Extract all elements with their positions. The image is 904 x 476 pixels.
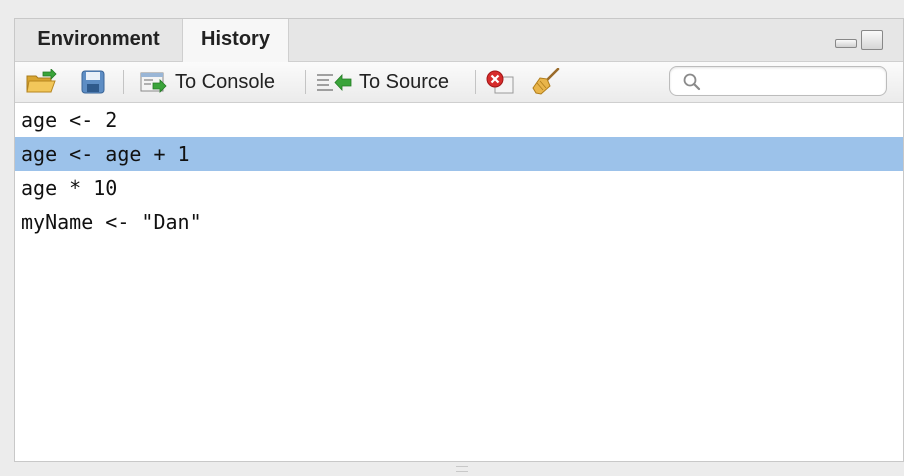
maximize-pane-button[interactable] bbox=[861, 30, 883, 50]
remove-entry-button[interactable] bbox=[485, 62, 515, 102]
tab-bar: Environment History bbox=[15, 19, 903, 62]
to-source-button[interactable]: To Source bbox=[315, 62, 449, 102]
toolbar-separator bbox=[123, 70, 124, 94]
history-search-input[interactable] bbox=[708, 70, 882, 94]
tab-history[interactable]: History bbox=[182, 19, 289, 62]
minimize-pane-button[interactable] bbox=[835, 39, 857, 48]
history-list[interactable]: age <- 2 age <- age + 1 age * 10 myName … bbox=[15, 103, 903, 459]
save-disk-icon bbox=[81, 70, 105, 94]
window-controls bbox=[835, 30, 889, 52]
history-pane: Environment History To Console To Source… bbox=[14, 18, 904, 462]
history-entry[interactable]: age <- 2 bbox=[15, 103, 903, 137]
to-console-button[interactable]: To Console bbox=[139, 62, 275, 102]
to-console-label: To Console bbox=[175, 70, 276, 93]
send-to-console-icon bbox=[140, 72, 167, 93]
toolbar-separator bbox=[475, 70, 476, 94]
send-to-source-icon bbox=[317, 73, 352, 92]
save-history-button[interactable] bbox=[81, 62, 105, 102]
load-history-button[interactable] bbox=[25, 62, 57, 102]
open-folder-icon bbox=[26, 69, 57, 93]
history-entry[interactable]: myName <- "Dan" bbox=[15, 205, 903, 239]
history-search-box[interactable] bbox=[669, 66, 887, 96]
broom-icon bbox=[532, 68, 560, 95]
history-toolbar: To Console To Source bbox=[15, 62, 903, 103]
toolbar-separator bbox=[305, 70, 306, 94]
history-entry-selected[interactable]: age <- age + 1 bbox=[15, 137, 903, 171]
to-source-label: To Source bbox=[359, 70, 450, 93]
clear-history-button[interactable] bbox=[531, 62, 561, 102]
pane-resize-handle[interactable] bbox=[456, 466, 468, 472]
tab-environment[interactable]: Environment bbox=[15, 19, 182, 61]
history-entry[interactable]: age * 10 bbox=[15, 171, 903, 205]
search-icon bbox=[683, 73, 701, 91]
remove-entry-icon bbox=[486, 70, 514, 94]
